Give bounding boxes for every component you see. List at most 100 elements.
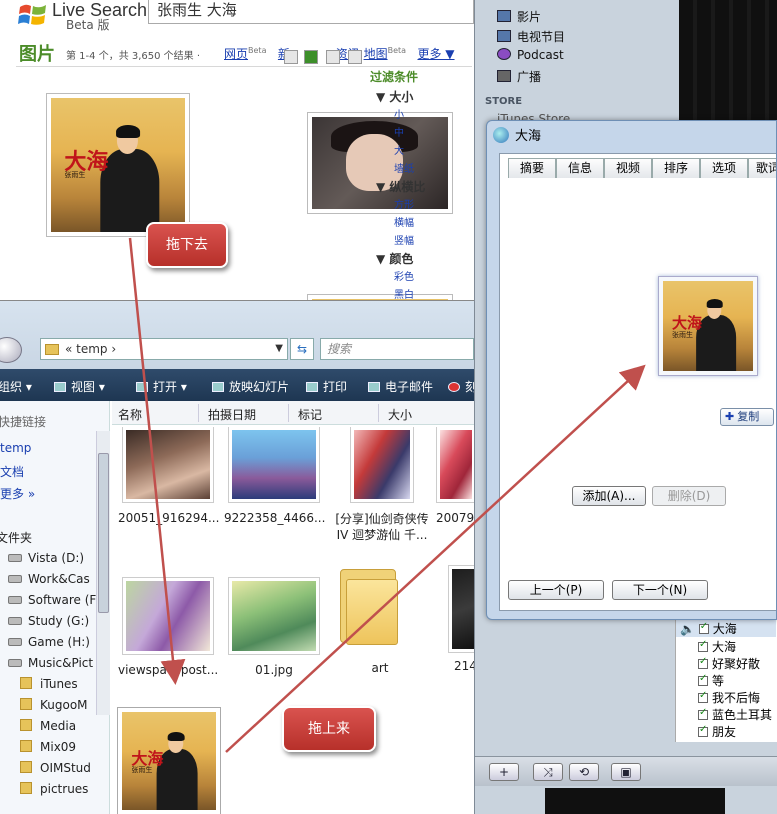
speaker-icon: 🔈 <box>680 622 695 636</box>
dropped-album-file[interactable]: 大海 张雨生 <box>117 707 221 814</box>
add-playlist-button[interactable]: + <box>489 763 519 781</box>
checkbox[interactable] <box>698 673 708 686</box>
checkbox[interactable] <box>698 690 708 703</box>
checkbox[interactable] <box>698 707 708 720</box>
large-view-icon[interactable] <box>326 50 340 64</box>
favorite-link-documents[interactable]: 文档 <box>0 463 24 480</box>
nav-link-more[interactable]: 更多 ▼ <box>417 47 454 61</box>
email-button[interactable]: 电子邮件 <box>368 378 433 395</box>
add-artwork-button[interactable]: 添加(A)... <box>572 486 646 506</box>
nav-link-web[interactable]: 网页 <box>224 47 248 61</box>
source-radio[interactable]: 广播 <box>497 68 541 85</box>
previous-button[interactable]: 上一个(P) <box>508 580 604 600</box>
shuffle-button[interactable]: ⤨ <box>533 763 563 781</box>
folder-pictrues[interactable]: pictrues <box>0 782 88 796</box>
drive-software[interactable]: Software (F <box>0 593 96 607</box>
open-button[interactable]: 打开 ▾ <box>136 378 187 395</box>
delete-artwork-button[interactable]: 删除(D) <box>652 486 726 506</box>
filter-aspect-header[interactable]: ▼ 纵横比 <box>376 178 425 195</box>
drive-vista[interactable]: Vista (D:) <box>0 551 84 565</box>
result-thumbnail-album[interactable]: 大海 张雨生 <box>46 93 190 237</box>
song-row[interactable]: 我不后悔 <box>698 689 760 706</box>
artwork-well[interactable]: 大海 张雨生 <box>658 276 758 376</box>
repeat-button[interactable]: ⟲ <box>569 763 599 781</box>
file-item[interactable]: 01.jpg <box>224 577 324 677</box>
file-item[interactable]: 20051_916294... <box>118 427 219 525</box>
drive-music[interactable]: Music&Pict <box>0 656 93 670</box>
song-row[interactable]: 蓝色土耳其 <box>698 706 772 723</box>
folder-itunes[interactable]: iTunes <box>0 677 78 691</box>
checkbox[interactable] <box>698 621 709 634</box>
refresh-button[interactable]: ⇆ <box>290 338 314 360</box>
song-row[interactable]: 等 <box>698 672 724 689</box>
filter-color-bw[interactable]: 黑白 <box>394 286 414 301</box>
burn-button[interactable]: 刻 <box>448 378 474 395</box>
folders-header[interactable]: 文件夹 <box>0 529 32 546</box>
song-row-now-playing[interactable]: 🔈 大海 <box>676 620 776 637</box>
tab-info[interactable]: 信息 <box>556 158 604 178</box>
tab-summary[interactable]: 摘要 <box>508 158 556 178</box>
column-date-taken[interactable]: 拍摄日期 <box>208 406 256 423</box>
song-row[interactable]: 朋友 <box>698 723 736 740</box>
filter-size-medium[interactable]: 中 <box>394 124 404 139</box>
tab-sorting[interactable]: 排序 <box>652 158 700 178</box>
file-item[interactable]: [分享]仙剑奇侠传IV 迴梦游仙 千... <box>330 427 434 543</box>
result-thumbnail-girl[interactable] <box>307 112 453 214</box>
drive-icon <box>8 575 22 583</box>
checkbox[interactable] <box>698 724 708 737</box>
filter-aspect-square[interactable]: 方形 <box>394 196 414 211</box>
filter-aspect-tall[interactable]: 竖幅 <box>394 232 414 247</box>
search-query-input[interactable]: 张雨生 大海 <box>148 0 474 24</box>
folder-mix09[interactable]: Mix09 <box>0 740 76 754</box>
file-item[interactable]: 214 <box>440 565 474 673</box>
filter-size-header[interactable]: ▼ 大小 <box>376 88 413 105</box>
checkbox[interactable] <box>698 639 708 652</box>
checkbox[interactable] <box>698 656 708 669</box>
file-item[interactable]: viewspacepost... <box>118 577 218 677</box>
filter-size-large[interactable]: 大 <box>394 142 404 157</box>
source-movies[interactable]: 影片 <box>497 8 541 25</box>
views-button[interactable]: 视图 ▾ <box>54 378 105 395</box>
photo-thumbnail <box>126 581 210 651</box>
source-tv-shows[interactable]: 电视节目 <box>497 28 565 45</box>
drive-study[interactable]: Study (G:) <box>0 614 89 628</box>
organize-button[interactable]: 组织 ▾ <box>0 378 32 395</box>
next-button[interactable]: 下一个(N) <box>612 580 708 600</box>
column-size[interactable]: 大小 <box>388 406 412 423</box>
file-item[interactable]: 20079... <box>434 427 474 525</box>
print-button[interactable]: 打印 <box>306 378 347 395</box>
navigation-scrollbar[interactable] <box>96 431 110 715</box>
filter-color-header[interactable]: ▼ 颜色 <box>376 250 413 267</box>
detail-view-icon[interactable] <box>348 50 362 64</box>
column-name[interactable]: 名称 <box>118 406 142 423</box>
favorite-link-temp[interactable]: temp <box>0 441 31 455</box>
filter-color-color[interactable]: 彩色 <box>394 268 414 283</box>
folder-oimstud[interactable]: OIMStud <box>0 761 91 775</box>
nav-link-maps[interactable]: 地图 <box>364 47 388 61</box>
song-row[interactable]: 大海 <box>698 638 736 655</box>
drive-game[interactable]: Game (H:) <box>0 635 90 649</box>
search-input[interactable]: 搜索 <box>320 338 474 360</box>
filter-size-small[interactable]: 小 <box>394 106 404 121</box>
address-field[interactable]: « temp › ▼ <box>40 338 288 360</box>
folder-media[interactable]: Media <box>0 719 76 733</box>
filter-size-wallpaper[interactable]: 墙纸 <box>394 160 414 175</box>
filter-aspect-wide[interactable]: 横幅 <box>394 214 414 229</box>
small-view-icon[interactable] <box>284 50 298 64</box>
tab-video[interactable]: 视频 <box>604 158 652 178</box>
song-row[interactable]: 好聚好散 <box>698 655 760 672</box>
tab-options[interactable]: 选项 <box>700 158 748 178</box>
folder-kugoo[interactable]: KugooM <box>0 698 88 712</box>
favorite-link-more[interactable]: 更多 » <box>0 485 35 502</box>
file-item[interactable]: 9222358_4466... <box>224 427 325 525</box>
chevron-down-icon[interactable]: ▼ <box>275 339 283 359</box>
source-podcast[interactable]: Podcast <box>497 48 564 62</box>
live-search-logo[interactable]: Live Search Beta 版 <box>18 0 148 32</box>
medium-view-icon[interactable] <box>304 50 318 64</box>
drive-icon <box>8 659 22 667</box>
artwork-toggle-button[interactable]: ▣ <box>611 763 641 781</box>
tab-lyrics[interactable]: 歌词 <box>748 158 776 178</box>
slideshow-button[interactable]: 放映幻灯片 <box>212 378 289 395</box>
drive-work[interactable]: Work&Cas <box>0 572 90 586</box>
column-tags[interactable]: 标记 <box>298 406 322 423</box>
